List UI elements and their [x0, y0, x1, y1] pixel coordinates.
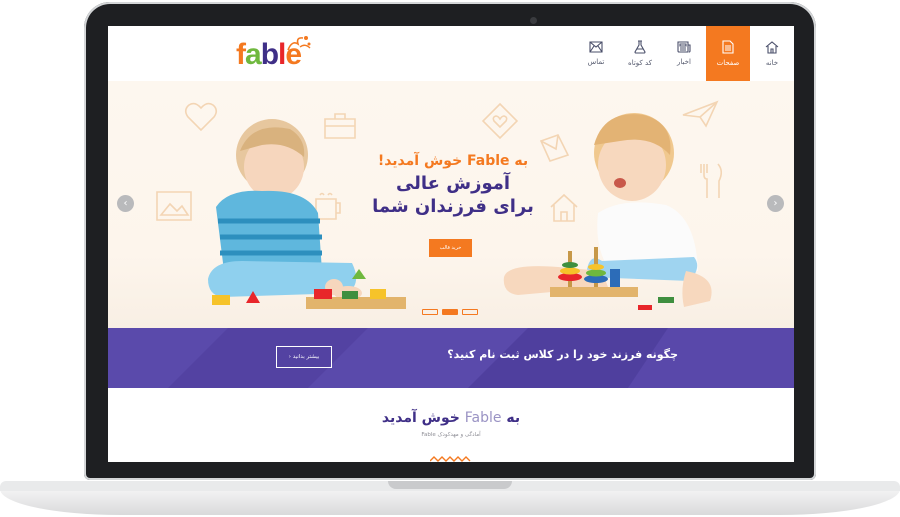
home-icon [765, 40, 779, 54]
mail-icon [589, 41, 603, 53]
nav-item-news[interactable]: اخبار [662, 26, 706, 81]
hero-title-line1: آموزش عالی [395, 173, 511, 194]
document-icon [722, 40, 734, 54]
slider-pagination [422, 309, 478, 315]
browser-screen: fable خانه صفحات اخبار کد کوتاه تماس به … [108, 26, 794, 462]
picture-icon [156, 191, 192, 221]
nav-item-home[interactable]: خانه [750, 26, 794, 81]
hero-slider: به Fable خوش آمدید! آموزش عالی برای فرزن… [108, 81, 794, 328]
nav-label-news: اخبار [677, 58, 691, 66]
flask-icon [634, 40, 646, 54]
learn-more-button[interactable]: بیشتر بدانید ‹ [276, 346, 332, 368]
logo-letter: f [236, 38, 246, 71]
splash-icon [287, 36, 311, 51]
hero-title-line2: برای فرزندان شما [372, 196, 534, 217]
logo-letter: a [245, 38, 262, 71]
nav-label-contact: تماس [587, 58, 605, 66]
main-nav: خانه صفحات اخبار کد کوتاه تماس [574, 26, 794, 81]
nav-label-pages: صفحات [716, 59, 740, 67]
slider-dot[interactable] [462, 309, 478, 315]
hero-heading: به Fable خوش آمدید! آموزش عالی برای فرزن… [348, 153, 558, 217]
slider-prev-arrow[interactable]: ‹ [117, 195, 134, 212]
laptop-base [0, 481, 900, 515]
slider-dot[interactable] [422, 309, 438, 315]
welcome-subtitle: آمادگی و مهدکودک Fable [421, 432, 481, 438]
buy-template-button[interactable]: خرید قالب [429, 239, 472, 257]
slider-dot[interactable] [442, 309, 458, 315]
welcome-title-brand: Fable [464, 410, 502, 426]
nav-item-pages[interactable]: صفحات [706, 26, 750, 81]
welcome-title-prefix: به [506, 410, 521, 426]
zigzag-divider-icon [430, 456, 471, 462]
nav-label-shortcode: کد کوتاه [628, 59, 652, 67]
nav-item-contact[interactable]: تماس [574, 26, 618, 81]
nav-item-shortcode[interactable]: کد کوتاه [618, 26, 662, 81]
cta-question: چگونه فرزند خود را در کلاس ثبت نام کنید؟ [447, 348, 678, 361]
camera-icon [530, 17, 537, 24]
logo-letter: b [260, 38, 279, 71]
news-icon [677, 41, 691, 53]
welcome-title-suffix: خوش آمدید [381, 410, 460, 426]
welcome-section: به Fable خوش آمدید آمادگی و مهدکودک Fabl… [108, 388, 794, 462]
cta-band: چگونه فرزند خود را در کلاس ثبت نام کنید؟… [108, 328, 794, 388]
welcome-title: به Fable خوش آمدید [301, 410, 601, 426]
hero-welcome-line: به Fable خوش آمدید! [377, 153, 529, 169]
site-header: fable خانه صفحات اخبار کد کوتاه تماس [108, 26, 794, 81]
slider-next-arrow[interactable]: › [767, 195, 784, 212]
nav-label-home: خانه [765, 58, 779, 67]
